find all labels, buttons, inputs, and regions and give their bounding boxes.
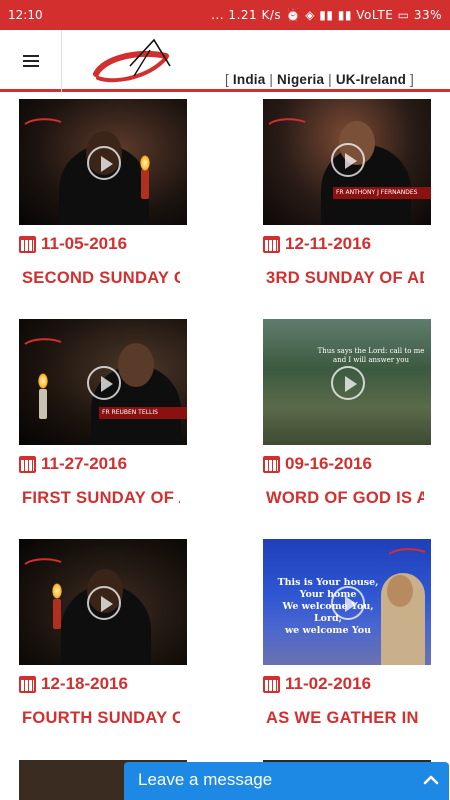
channel-logo-icon xyxy=(268,118,306,125)
video-date: 12-11-2016 xyxy=(285,234,372,253)
video-title[interactable]: SECOND SUNDAY OF ADVENT xyxy=(22,269,180,291)
play-icon xyxy=(331,143,365,177)
channel-logo-icon xyxy=(24,338,62,345)
lyrics-line: We welcome You, Lord, xyxy=(282,601,374,624)
lyrics-line: we welcome You xyxy=(284,625,372,636)
calendar-icon xyxy=(263,455,280,473)
leave-message-button[interactable]: Leave a message xyxy=(124,762,449,800)
video-thumbnail[interactable]: FR REUBEN TELLIS xyxy=(19,319,187,445)
date-row: 11-02-2016 xyxy=(263,673,371,695)
calendar-icon xyxy=(263,675,280,693)
calendar-icon xyxy=(19,235,36,253)
lyrics-caption: This is Your house, Your home We welcome… xyxy=(269,577,387,637)
date-row: 09-16-2016 xyxy=(263,453,372,475)
video-thumbnail[interactable] xyxy=(19,99,187,225)
lyrics-line: Your home xyxy=(299,589,357,600)
channel-logo-icon xyxy=(388,548,426,555)
chevron-up-icon xyxy=(423,775,439,785)
speaker-name-caption: FR REUBEN TELLIS xyxy=(99,407,187,419)
region-links: [ India | Nigeria | UK-Ireland ] xyxy=(225,72,414,87)
channel-logo-icon xyxy=(24,118,62,125)
leave-message-label: Leave a message xyxy=(138,770,273,789)
region-nigeria-link[interactable]: Nigeria xyxy=(277,72,324,87)
play-icon xyxy=(87,586,121,620)
video-date: 12-18-2016 xyxy=(41,674,128,693)
video-thumbnail[interactable]: Thus says the Lord: call to me and I wil… xyxy=(263,319,431,445)
video-thumbnail[interactable] xyxy=(19,539,187,665)
calendar-icon xyxy=(19,675,36,693)
video-thumbnail[interactable]: FR ANTHONY J FERNANDES xyxy=(263,99,431,225)
video-title[interactable]: WORD OF GOD IS ALIVE xyxy=(266,489,424,511)
video-title[interactable]: FOURTH SUNDAY OF ADVENT xyxy=(22,709,180,731)
calendar-icon xyxy=(19,455,36,473)
hamburger-menu-button[interactable] xyxy=(0,30,62,92)
play-icon xyxy=(331,366,365,400)
play-icon xyxy=(331,586,365,620)
menu-icon xyxy=(22,52,39,70)
status-bar: 12:10 ... 1.21 K/s ⏰ ◈ ▮▮ ▮▮ VoLTE ▭ 33% xyxy=(0,0,450,30)
app-header: [ India | Nigeria | UK-Ireland ] xyxy=(0,30,450,92)
date-row: 12-11-2016 xyxy=(263,233,371,255)
video-date: 11-27-2016 xyxy=(41,454,128,473)
region-uk-ireland-link[interactable]: UK-Ireland xyxy=(336,72,406,87)
app-logo[interactable] xyxy=(88,36,174,86)
video-title[interactable]: AS WE GATHER IN xyxy=(266,709,424,731)
video-title[interactable]: 3RD SUNDAY OF ADVENT xyxy=(266,269,424,291)
speaker-name-caption: FR ANTHONY J FERNANDES xyxy=(333,187,431,199)
date-row: 11-27-2016 xyxy=(19,453,127,475)
video-thumbnail[interactable]: This is Your house, Your home We welcome… xyxy=(263,539,431,665)
video-date: 09-16-2016 xyxy=(285,454,372,473)
video-date: 11-05-2016 xyxy=(41,234,128,253)
date-row: 12-18-2016 xyxy=(19,673,128,695)
status-indicators: ... 1.21 K/s ⏰ ◈ ▮▮ ▮▮ VoLTE ▭ 33% xyxy=(211,8,442,22)
play-icon xyxy=(87,366,121,400)
verse-caption: Thus says the Lord: call to me and I wil… xyxy=(317,347,425,364)
lyrics-line: This is Your house, xyxy=(277,577,379,588)
channel-logo-icon xyxy=(24,558,62,565)
video-date: 11-02-2016 xyxy=(285,674,372,693)
date-row: 11-05-2016 xyxy=(19,233,127,255)
calendar-icon xyxy=(263,235,280,253)
region-india-link[interactable]: India xyxy=(233,72,266,87)
play-icon xyxy=(87,146,121,180)
video-title[interactable]: FIRST SUNDAY OF ADVENT xyxy=(22,489,180,511)
status-time: 12:10 xyxy=(8,8,43,22)
